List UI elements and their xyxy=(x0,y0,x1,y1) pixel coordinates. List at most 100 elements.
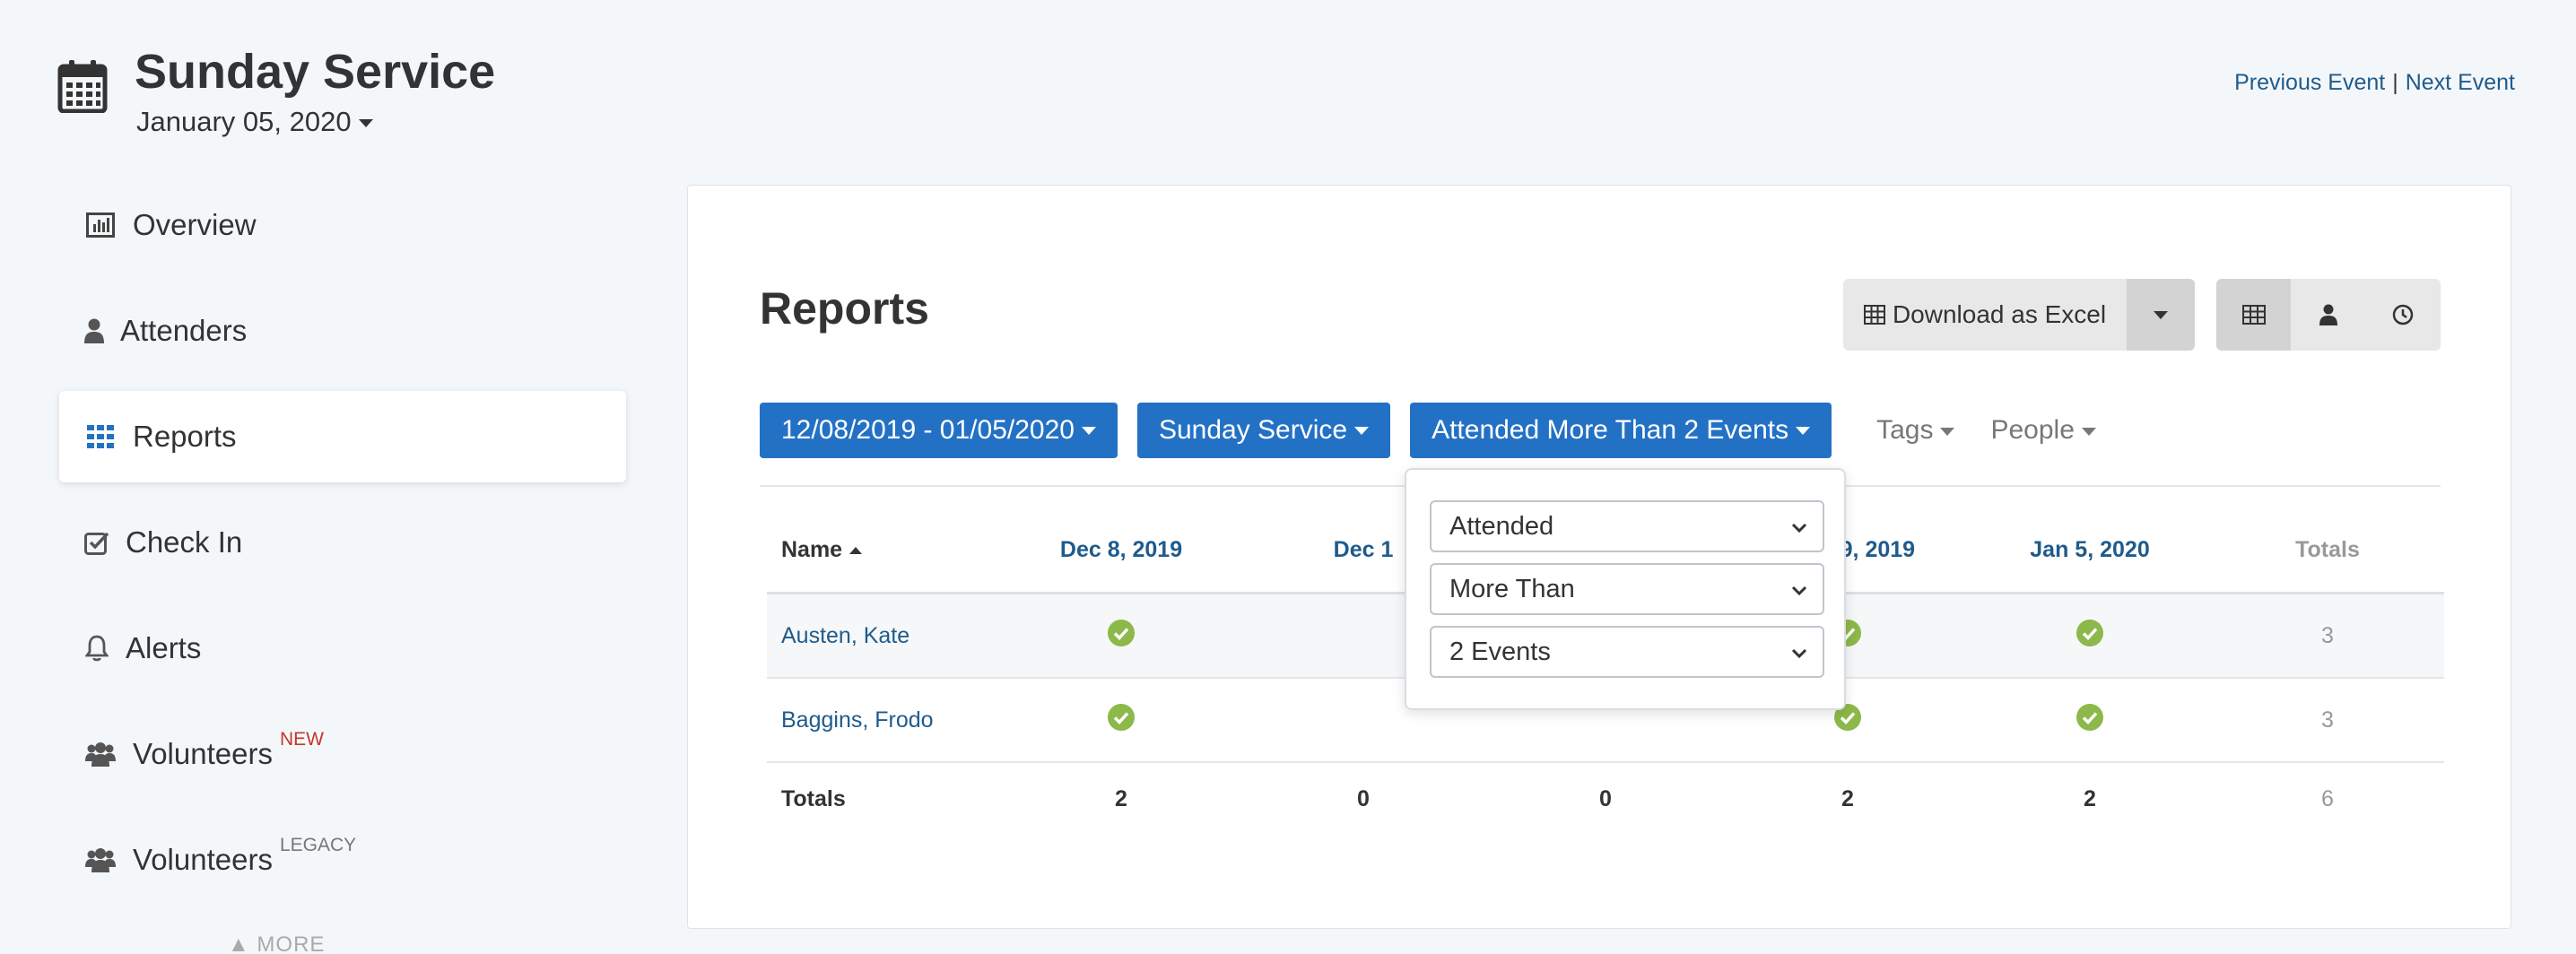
previous-event-link[interactable]: Previous Event xyxy=(2234,70,2385,95)
date-column-header[interactable]: Jan 5, 2020 xyxy=(1969,537,2211,563)
users-icon xyxy=(81,736,120,772)
grid-icon xyxy=(81,419,120,455)
tags-filter-label: Tags xyxy=(1876,415,1934,445)
bell-icon xyxy=(81,630,113,666)
table-icon xyxy=(2241,305,2266,325)
filter-bar: 12/08/2019 - 01/05/2020 Sunday Service A… xyxy=(760,403,2132,458)
attendance-cell xyxy=(1000,703,1242,737)
attendance-cell xyxy=(1969,703,2211,737)
chevron-down-icon xyxy=(358,119,373,128)
sidebar-item-label: Volunteers xyxy=(133,737,273,770)
users-icon xyxy=(81,842,120,878)
sidebar-more-link[interactable]: ▲ MORE xyxy=(228,932,325,954)
event-date-dropdown[interactable]: January 05, 2020 xyxy=(136,104,373,140)
checkbox-icon xyxy=(81,525,113,560)
sidebar-item-label: Attenders xyxy=(120,314,248,347)
chevron-down-icon xyxy=(2081,427,2096,436)
column-total: 2 xyxy=(2084,785,2096,811)
chevron-down-icon xyxy=(1940,427,1955,436)
column-total: 2 xyxy=(1841,785,1854,811)
sidebar-item-attenders[interactable]: Attenders xyxy=(59,285,626,377)
comparison-select[interactable]: More Than xyxy=(1430,563,1824,615)
attender-name-link[interactable]: Austen, Kate xyxy=(767,623,1000,649)
attended-select[interactable]: Attended xyxy=(1430,500,1824,552)
event-title: Sunday Service xyxy=(135,45,496,99)
column-total: 0 xyxy=(1357,785,1370,811)
sidebar-item-volunteers-legacy[interactable]: Volunteers LEGACY xyxy=(59,814,626,906)
attendance-cell xyxy=(1000,619,1242,653)
row-total: 3 xyxy=(2321,622,2334,648)
user-icon xyxy=(81,313,108,349)
event-date-label: January 05, 2020 xyxy=(136,106,352,137)
sidebar: Overview Attenders Reports Check In Aler… xyxy=(59,179,626,920)
table-view-button[interactable] xyxy=(2216,279,2292,351)
sort-ascending-icon xyxy=(849,547,863,555)
sidebar-item-label: Check In xyxy=(126,525,243,559)
download-excel-label: Download as Excel xyxy=(1892,300,2107,328)
event-header: Sunday Service January 05, 2020 Previous… xyxy=(57,45,2515,143)
date-column-header[interactable]: Dec 8, 2019 xyxy=(1000,537,1242,563)
history-view-button[interactable] xyxy=(2366,279,2441,351)
more-label: MORE xyxy=(257,932,326,954)
sidebar-item-reports[interactable]: Reports xyxy=(59,391,626,482)
date-range-filter[interactable]: 12/08/2019 - 01/05/2020 xyxy=(760,403,1118,458)
download-excel-button[interactable]: Download as Excel xyxy=(1843,279,2127,351)
event-count-select-value: 2 Events xyxy=(1449,637,1551,666)
people-filter[interactable]: People xyxy=(1990,415,2096,446)
bar-chart-icon xyxy=(81,207,120,243)
sidebar-item-label: Reports xyxy=(133,420,237,453)
name-column-header[interactable]: Name xyxy=(767,537,1000,563)
people-filter-label: People xyxy=(1990,415,2075,445)
check-circle-icon xyxy=(2076,619,2103,646)
sidebar-item-check-in[interactable]: Check In xyxy=(59,497,626,588)
date-range-label: 12/08/2019 - 01/05/2020 xyxy=(781,415,1075,445)
user-icon xyxy=(2319,304,2337,325)
attender-name-link[interactable]: Baggins, Frodo xyxy=(767,707,1000,733)
clock-icon xyxy=(2393,304,2414,325)
chevron-down-icon xyxy=(1791,585,1807,596)
table-icon xyxy=(1863,305,1885,325)
chevron-down-icon xyxy=(2154,310,2168,319)
new-badge: NEW xyxy=(279,729,324,750)
sidebar-item-label: Overview xyxy=(133,208,257,241)
chevron-down-icon xyxy=(1791,648,1807,659)
check-circle-icon xyxy=(2076,703,2103,731)
chevron-down-icon xyxy=(1796,426,1811,435)
grand-total: 6 xyxy=(2321,785,2334,811)
chevron-down-icon xyxy=(1791,523,1807,533)
download-options-button[interactable] xyxy=(2127,279,2195,351)
sidebar-item-alerts[interactable]: Alerts xyxy=(59,603,626,694)
name-header-label: Name xyxy=(781,537,843,562)
attendance-filter-popover: Attended More Than 2 Events xyxy=(1405,468,1846,710)
event-filter-label: Sunday Service xyxy=(1158,415,1348,445)
sidebar-item-volunteers-new[interactable]: Volunteers NEW xyxy=(59,708,626,800)
person-view-button[interactable] xyxy=(2291,279,2365,351)
event-navigation: Previous Event | Next Event xyxy=(2234,70,2515,96)
attendance-filter[interactable]: Attended More Than 2 Events xyxy=(1410,403,1832,458)
nav-separator: | xyxy=(2392,70,2398,95)
attended-select-value: Attended xyxy=(1449,511,1554,541)
check-circle-icon xyxy=(1108,703,1135,731)
totals-column-header: Totals xyxy=(2295,537,2360,562)
chevron-down-icon xyxy=(1081,426,1096,435)
totals-label: Totals xyxy=(781,785,846,811)
comparison-select-value: More Than xyxy=(1449,574,1575,603)
calendar-icon xyxy=(57,60,108,113)
table-totals-row: Totals 2 0 0 2 2 6 xyxy=(767,763,2444,835)
sidebar-item-label: Volunteers xyxy=(133,843,273,876)
page-title: Reports xyxy=(760,283,929,334)
check-circle-icon xyxy=(1108,619,1135,646)
chevron-down-icon xyxy=(1354,426,1370,435)
event-filter[interactable]: Sunday Service xyxy=(1136,403,1391,458)
view-toggle-group xyxy=(2216,279,2441,351)
event-count-select[interactable]: 2 Events xyxy=(1430,626,1824,678)
column-total: 0 xyxy=(1599,785,1612,811)
next-event-link[interactable]: Next Event xyxy=(2406,70,2515,95)
legacy-badge: LEGACY xyxy=(279,835,357,855)
row-total: 3 xyxy=(2321,707,2334,733)
attendance-filter-label: Attended More Than 2 Events xyxy=(1432,415,1789,445)
tags-filter[interactable]: Tags xyxy=(1876,415,1955,446)
sidebar-item-label: Alerts xyxy=(126,631,202,664)
attendance-cell xyxy=(1969,619,2211,653)
sidebar-item-overview[interactable]: Overview xyxy=(59,179,626,271)
